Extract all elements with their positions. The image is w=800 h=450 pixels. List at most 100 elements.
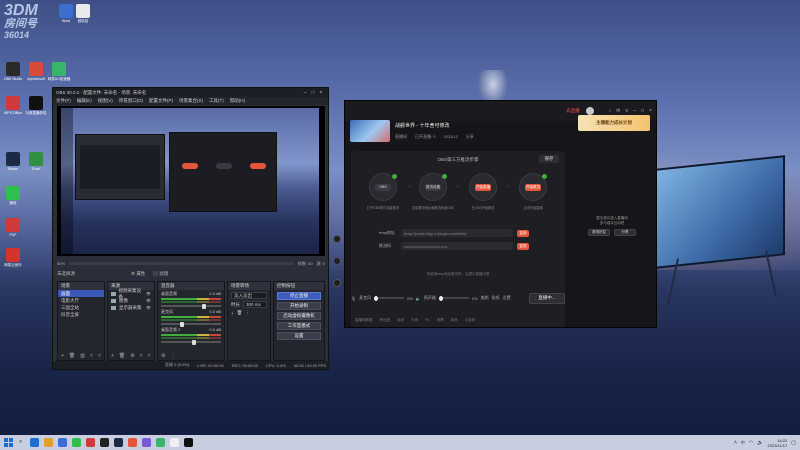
recycle-bin-icon[interactable]: 回收站 (72, 4, 94, 23)
menu-item-scene-collection[interactable]: 场景集合(S) (179, 98, 203, 104)
move-down-icon[interactable]: ˅ (98, 353, 101, 359)
scene-item[interactable]: 抖音全屏 (58, 311, 104, 318)
minimize-icon[interactable]: – (633, 108, 636, 114)
speaker-slider[interactable] (438, 295, 469, 301)
remove-source-icon[interactable]: 🗑 (119, 353, 125, 359)
taskbar-app-icon[interactable] (184, 438, 194, 447)
rtmp-address-field[interactable]: rtmp://push-rtmp-f.douyin.com/third (401, 229, 513, 237)
start-live-button[interactable]: 直播中... (529, 292, 565, 304)
taskbar-app-icon[interactable] (142, 438, 152, 447)
maximize-icon[interactable]: □ (309, 90, 317, 96)
desktop-icon[interactable]: 网易UU加速器 (48, 62, 70, 81)
menu-item-view[interactable]: 视图(V) (98, 98, 113, 104)
promo-banner[interactable]: 主播能力成长计划 (578, 115, 650, 131)
studio-mode-button[interactable]: 工作室模式 (277, 322, 321, 330)
beauty-button[interactable]: 美颜 (481, 295, 489, 301)
move-up-icon[interactable]: ˄ (140, 353, 143, 359)
taskbar-app-icon[interactable] (100, 438, 110, 447)
transition-select[interactable]: 淡入淡出 (231, 292, 267, 299)
desktop-icon[interactable]: 网易云音乐 (2, 248, 24, 267)
volume-slider[interactable] (161, 339, 221, 345)
filters-button[interactable]: ▤ 滤镜 (153, 271, 168, 277)
sticker-button[interactable]: 贴纸 (492, 295, 500, 301)
room-cover[interactable] (350, 120, 390, 142)
taskbar-app-icon[interactable] (156, 438, 166, 447)
stop-streaming-button[interactable]: 停止直播 (277, 292, 321, 300)
obs-window[interactable]: OBS 30.0.2 - 配置文件: 未命名 - 场景: 未命名 – □ × 文… (52, 87, 330, 370)
start-recording-button[interactable]: 开始录制 (277, 302, 321, 310)
desktop-icon[interactable]: Steam (2, 152, 24, 171)
remove-transition-icon[interactable]: 🗑 (237, 310, 243, 316)
duration-input[interactable]: 300 ms (243, 301, 267, 308)
taskbar-app-icon[interactable] (170, 438, 180, 447)
go-live-button[interactable]: 去直播 (566, 108, 580, 114)
volume-slider[interactable] (161, 303, 221, 309)
room-title[interactable]: 战舰世界 - 十年舍可修改 (395, 122, 474, 129)
remove-scene-icon[interactable]: 🗑 (69, 353, 75, 359)
clock[interactable]: 16:22 2023/11/17 (768, 438, 788, 448)
rail-icon[interactable] (333, 235, 341, 243)
rail-icon[interactable] (333, 257, 341, 265)
scene-item[interactable]: 三国全站 (58, 304, 104, 311)
mixer-menu-icon[interactable]: ⋮ (170, 353, 175, 359)
add-source-icon[interactable]: + (111, 353, 114, 359)
add-scene-icon[interactable]: + (61, 353, 64, 359)
wifi-icon[interactable]: ◠ (749, 440, 753, 446)
menu-item-edit[interactable]: 编辑(E) (77, 98, 92, 104)
minimize-icon[interactable]: – (301, 90, 309, 96)
share-button[interactable]: 分享 (614, 229, 636, 236)
desktop-icon[interactable]: WPS Office (2, 96, 24, 115)
microphone-slider[interactable] (374, 295, 405, 301)
menu-item-file[interactable]: 文件(F) (56, 98, 71, 104)
desktop-icon[interactable]: PDF (2, 218, 24, 237)
menu-item-tools[interactable]: 工具(T) (209, 98, 224, 104)
transition-menu-icon[interactable]: ⋮ (245, 310, 250, 316)
properties-button[interactable]: ⚙ 属性 (131, 271, 145, 277)
chevron-up-icon[interactable]: ˄ (734, 440, 737, 446)
copy-address-button[interactable]: 复制 (517, 229, 529, 237)
desktop-icon[interactable]: Excel (25, 152, 47, 171)
menu-icon[interactable]: ≡ (625, 108, 628, 114)
invite-friends-button[interactable]: 邀请好友 (588, 229, 610, 236)
source-item[interactable]: 显示器采集 👁 (108, 304, 154, 311)
save-button[interactable]: 保存 (539, 155, 559, 163)
eye-icon[interactable]: 👁 (146, 298, 151, 303)
windows-start-icon[interactable] (4, 438, 13, 447)
volume-icon[interactable]: 🔈 (757, 440, 763, 446)
taskbar-app-icon[interactable] (86, 438, 96, 447)
maximize-icon[interactable]: □ (641, 108, 644, 114)
close-icon[interactable]: × (317, 90, 325, 96)
taskbar-app-icon[interactable] (72, 438, 82, 447)
copy-key-button[interactable]: 复制 (517, 242, 529, 250)
volume-slider[interactable] (161, 321, 221, 327)
settings-button[interactable]: 设置 (277, 332, 321, 340)
obs-preview[interactable] (57, 106, 325, 256)
desktop-icon[interactable]: 微信 (2, 186, 24, 205)
source-item[interactable]: 视频采集设备 👁 (108, 288, 154, 299)
speaker-icon[interactable]: 🔈 (416, 296, 421, 301)
taskbar-app-icon[interactable] (114, 438, 124, 447)
desktop-icon[interactable]: Apowersoft (25, 62, 47, 81)
close-icon[interactable]: × (649, 108, 652, 114)
ime-indicator[interactable]: 中 (741, 440, 745, 446)
taskbar-app-icon[interactable] (30, 438, 40, 447)
scene-item[interactable]: 电影大厅 (58, 297, 104, 304)
desktop-icon[interactable]: 抖音直播伴侣 (25, 96, 47, 115)
taskbar-app-icon[interactable] (58, 438, 68, 447)
eye-icon[interactable]: 👁 (146, 305, 151, 310)
stream-key-field[interactable]: ••••••••••••••••••••••••••••••• (401, 242, 513, 250)
live-settings-button[interactable]: 设置 (503, 295, 511, 301)
notification-icon[interactable]: ▢ (791, 440, 796, 446)
scene-filter-icon[interactable]: ▥ (80, 353, 85, 359)
desktop-icon[interactable]: OBS Studio (2, 62, 24, 81)
move-down-icon[interactable]: ˅ (148, 353, 151, 359)
microphone-icon[interactable]: 🎙 (351, 296, 356, 301)
bell-icon[interactable]: ♪ (609, 108, 612, 114)
message-icon[interactable]: ✉ (616, 108, 620, 114)
menu-item-help[interactable]: 帮助(H) (230, 98, 245, 104)
search-icon[interactable]: ⌕ (19, 439, 22, 446)
douyin-companion-window[interactable]: 去直播 ♪ ✉ ≡ – □ × 战舰世界 - 十年舍可修改 直播间 已开直播: … (333, 100, 657, 328)
taskbar-app-icon[interactable] (44, 438, 54, 447)
mixer-gear-icon[interactable]: ⚙ (161, 353, 165, 359)
source-settings-icon[interactable]: ⚙ (130, 353, 134, 359)
